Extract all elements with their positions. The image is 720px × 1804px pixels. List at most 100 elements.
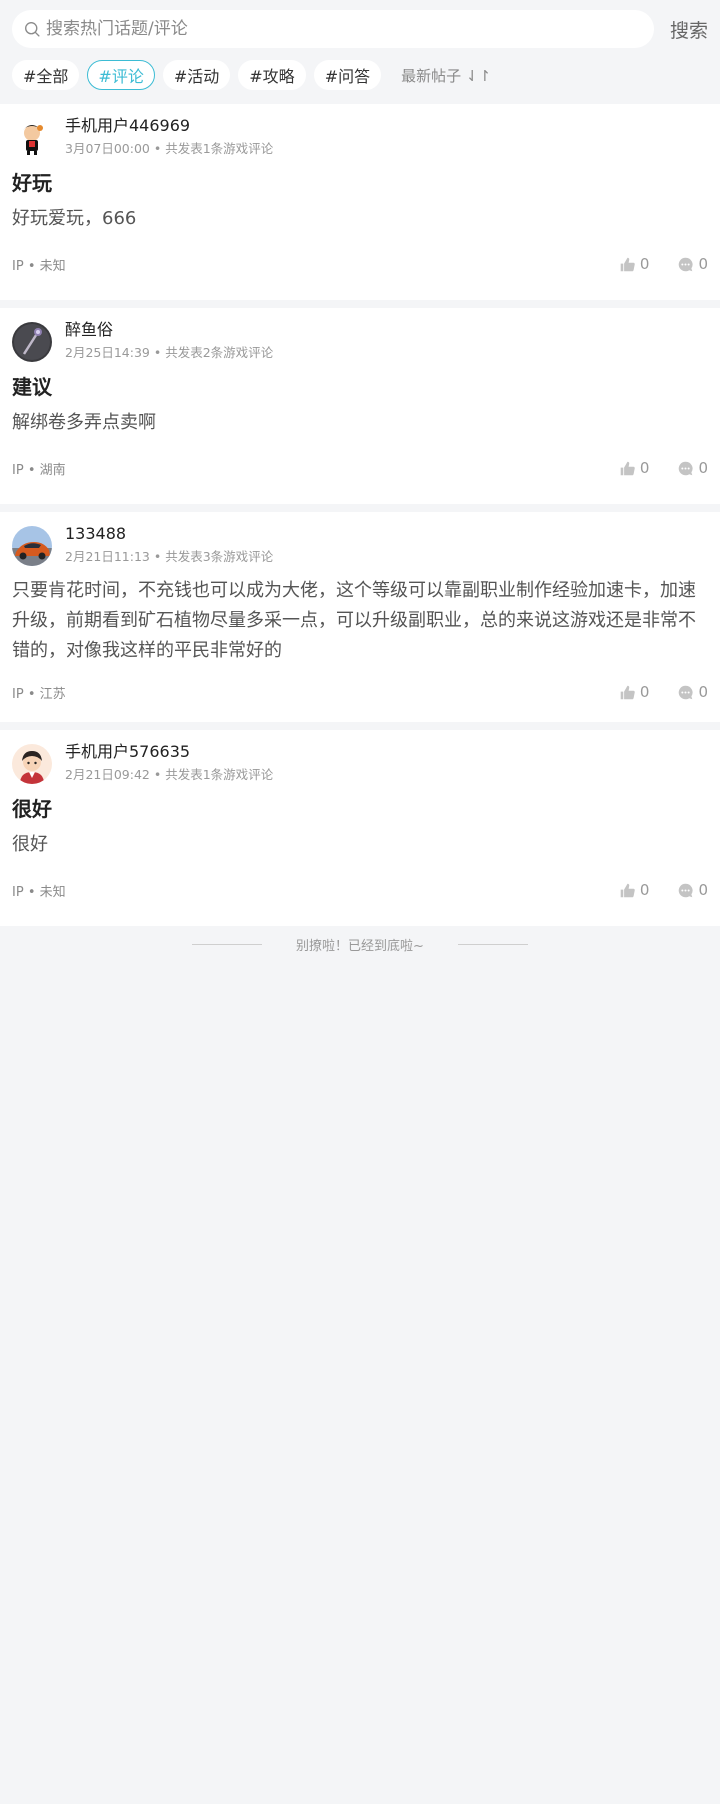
ip-location: 未知 xyxy=(39,258,66,274)
post-header: 133488 2月21日11:13 • 共发表3条游戏评论 xyxy=(12,512,708,566)
comment-button[interactable]: 0 xyxy=(677,683,708,701)
username[interactable]: 手机用户576635 xyxy=(65,742,273,762)
ip-info: IP • 江苏 xyxy=(12,683,66,702)
ip-info: IP • 未知 xyxy=(12,881,66,900)
meta-separator: • xyxy=(153,767,162,782)
like-button[interactable]: 0 xyxy=(619,255,649,273)
post-title: 很好 xyxy=(12,797,52,821)
username[interactable]: 133488 xyxy=(65,524,273,544)
meta-separator: • xyxy=(27,686,36,702)
like-button[interactable]: 0 xyxy=(619,881,649,899)
search-row: 搜索 xyxy=(12,10,708,48)
cartoon-boy-avatar-icon xyxy=(12,744,52,784)
like-button[interactable]: 0 xyxy=(619,683,649,701)
sort-toggle[interactable]: 最新帖子 ⇃↾ xyxy=(401,65,491,86)
divider xyxy=(457,943,528,945)
post-header: 醉鱼俗 2月25日14:39 • 共发表2条游戏评论 xyxy=(12,308,708,362)
post-card[interactable]: 手机用户576635 2月21日09:42 • 共发表1条游戏评论 很好 很好 … xyxy=(0,730,720,926)
ip-info: IP • 未知 xyxy=(12,255,66,274)
post-body: 好玩爱玩，666 xyxy=(12,208,137,229)
post-card[interactable]: 手机用户446969 3月07日00:00 • 共发表1条游戏评论 好玩 好玩爱… xyxy=(0,104,720,300)
comment-bubble-icon xyxy=(679,461,693,475)
user-meta: 133488 2月21日11:13 • 共发表3条游戏评论 xyxy=(65,524,273,565)
post-time: 2月21日11:13 xyxy=(65,549,150,564)
post-card[interactable]: 133488 2月21日11:13 • 共发表3条游戏评论 只要肯花时间，不充钱… xyxy=(0,512,720,722)
post-meta: 3月07日00:00 • 共发表1条游戏评论 xyxy=(65,141,273,157)
like-button[interactable]: 0 xyxy=(619,459,649,477)
dark-staff-avatar-icon xyxy=(12,322,52,362)
username[interactable]: 手机用户446969 xyxy=(65,116,273,136)
user-meta: 醉鱼俗 2月25日14:39 • 共发表2条游戏评论 xyxy=(65,320,273,361)
car-avatar-icon xyxy=(12,526,52,566)
meta-separator: • xyxy=(153,549,162,564)
post-header: 手机用户576635 2月21日09:42 • 共发表1条游戏评论 xyxy=(12,730,708,784)
cartoon-kid-avatar-icon xyxy=(12,118,52,158)
user-stats: 共发表1条游戏评论 xyxy=(165,141,274,156)
sort-label: 最新帖子 xyxy=(401,66,462,85)
comment-count: 0 xyxy=(698,881,708,899)
sort-arrows-icon: ⇃↾ xyxy=(461,66,492,85)
user-stats: 共发表1条游戏评论 xyxy=(165,767,274,782)
avatar[interactable] xyxy=(12,118,52,158)
tag-all[interactable]: #全部 xyxy=(12,60,80,90)
comment-bubble-icon xyxy=(679,883,693,897)
post-time: 2月25日14:39 xyxy=(65,345,150,360)
post-footer: IP • 未知 0 0 xyxy=(12,868,708,912)
thumbs-up-icon xyxy=(620,883,635,897)
ip-info: IP • 湖南 xyxy=(12,459,66,478)
post-footer: IP • 江苏 0 0 xyxy=(12,670,708,714)
avatar[interactable] xyxy=(12,322,52,362)
user-stats: 共发表2条游戏评论 xyxy=(165,345,274,360)
search-input[interactable] xyxy=(46,10,654,48)
post-body: 很好 xyxy=(12,834,48,855)
tag-qa[interactable]: #问答 xyxy=(313,60,382,90)
ip-label: IP xyxy=(12,686,24,702)
post-footer: IP • 湖南 0 0 xyxy=(12,446,708,490)
post-actions: 0 0 xyxy=(619,255,708,273)
post-header: 手机用户446969 3月07日00:00 • 共发表1条游戏评论 xyxy=(12,104,708,158)
ip-label: IP xyxy=(12,258,24,274)
comment-bubble-icon xyxy=(679,685,693,699)
comment-button[interactable]: 0 xyxy=(677,459,708,477)
ip-label: IP xyxy=(12,462,24,478)
divider xyxy=(192,943,263,945)
search-box[interactable] xyxy=(12,10,654,48)
meta-separator: • xyxy=(153,345,162,360)
post-time: 3月07日00:00 xyxy=(65,141,150,156)
end-of-list: 别撩啦！已经到底啦~ xyxy=(0,934,720,954)
post-body: 只要肯花时间，不充钱也可以成为大佬，这个等级可以靠副职业制作经验加速卡，加速升级… xyxy=(12,580,696,661)
meta-separator: • xyxy=(153,141,162,156)
thumbs-up-icon xyxy=(620,461,635,475)
post-footer: IP • 未知 0 0 xyxy=(12,242,708,286)
ip-location: 江苏 xyxy=(39,686,66,702)
meta-separator: • xyxy=(27,884,36,900)
comment-count: 0 xyxy=(698,459,708,477)
tag-filter-row: #全部 #评论 #活动 #攻略 #问答 最新帖子 ⇃↾ xyxy=(12,60,708,90)
user-meta: 手机用户446969 3月07日00:00 • 共发表1条游戏评论 xyxy=(65,116,273,157)
tag-guide[interactable]: #攻略 xyxy=(238,60,306,90)
username[interactable]: 醉鱼俗 xyxy=(65,320,273,340)
comment-button[interactable]: 0 xyxy=(677,881,708,899)
thumbs-up-icon xyxy=(620,257,635,271)
meta-separator: • xyxy=(27,462,36,478)
search-button[interactable]: 搜索 xyxy=(654,16,708,43)
tag-activity[interactable]: #活动 xyxy=(162,60,231,90)
ip-location: 未知 xyxy=(39,884,66,900)
post-title: 建议 xyxy=(12,375,52,399)
end-of-list-text: 别撩啦！已经到底啦~ xyxy=(296,938,424,954)
post-body: 解绑卷多弄点卖啊 xyxy=(12,412,156,433)
tag-review[interactable]: #评论 xyxy=(87,60,155,90)
avatar[interactable] xyxy=(12,526,52,566)
post-actions: 0 0 xyxy=(619,459,708,477)
search-icon xyxy=(25,21,40,37)
comment-bubble-icon xyxy=(679,257,693,271)
user-meta: 手机用户576635 2月21日09:42 • 共发表1条游戏评论 xyxy=(65,742,273,783)
comment-button[interactable]: 0 xyxy=(677,255,708,273)
user-stats: 共发表3条游戏评论 xyxy=(165,549,274,564)
post-actions: 0 0 xyxy=(619,881,708,899)
post-meta: 2月21日11:13 • 共发表3条游戏评论 xyxy=(65,549,273,565)
post-card[interactable]: 醉鱼俗 2月25日14:39 • 共发表2条游戏评论 建议 解绑卷多弄点卖啊 I… xyxy=(0,308,720,504)
post-actions: 0 0 xyxy=(619,683,708,701)
avatar[interactable] xyxy=(12,744,52,784)
thumbs-up-icon xyxy=(620,685,635,699)
